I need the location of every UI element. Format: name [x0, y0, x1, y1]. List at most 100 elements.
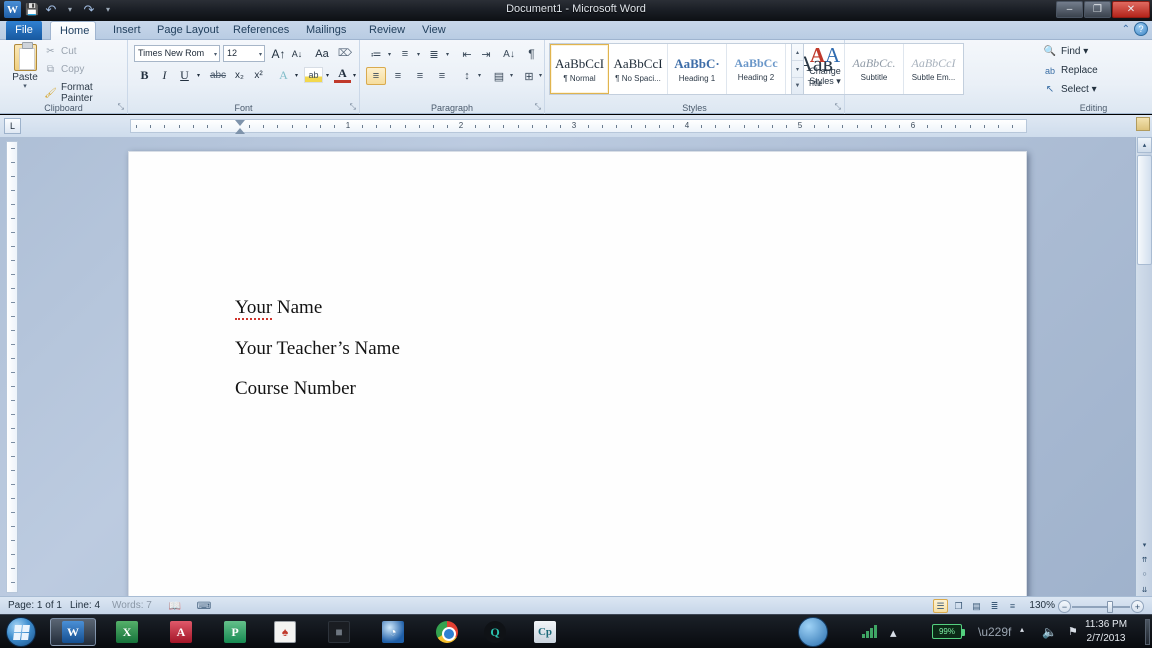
font-name-combobox[interactable]: Times New Rom ▾	[134, 45, 220, 62]
taskbar-captivate[interactable]: Cp	[522, 618, 568, 646]
decrease-indent-icon[interactable]: ⇤	[458, 46, 476, 62]
tab-mailings[interactable]: Mailings	[297, 21, 355, 40]
taskbar-solitaire[interactable]: ♠	[262, 618, 308, 646]
font-size-combobox[interactable]: 12 ▾	[223, 45, 265, 62]
show-hidden-icons-icon[interactable]: ▴	[1020, 625, 1024, 634]
style-normal[interactable]: AaBbCcI ¶ Normal	[550, 44, 609, 94]
start-button[interactable]	[6, 617, 36, 647]
full-screen-reading-view-icon[interactable]: ❐	[951, 599, 966, 613]
style-subtitle[interactable]: AaBbCc. Subtitle	[845, 44, 904, 94]
paste-dropdown-icon[interactable]: ▾	[23, 83, 27, 90]
page-indicator[interactable]: Page: 1 of 1	[8, 600, 62, 611]
numbering-dropdown-icon[interactable]: ▾	[414, 48, 423, 60]
styles-dialog-launcher[interactable]: ⤡	[835, 102, 841, 112]
taskbar-google-earth[interactable]: ◔	[370, 618, 416, 646]
increase-indent-icon[interactable]: ⇥	[477, 46, 495, 62]
text-effects-dropdown-icon[interactable]: ▾	[292, 69, 301, 82]
web-layout-view-icon[interactable]: ▤	[969, 599, 984, 613]
wireless-network-icon[interactable]: ▴	[890, 625, 897, 641]
horizontal-ruler[interactable]: 1 2 3 4 5 6	[130, 119, 1027, 142]
style-heading-1[interactable]: AaBbC· Heading 1	[668, 44, 727, 94]
shading-icon[interactable]: ▤	[490, 67, 508, 85]
styles-gallery-scrollbar[interactable]: ▴ ▾ ▼	[791, 43, 804, 95]
font-size-chevron-down-icon[interactable]: ▾	[259, 51, 262, 58]
taskbar-quicktime[interactable]: Q	[472, 618, 518, 646]
battery-icon[interactable]: 99%	[932, 624, 965, 639]
language-icon[interactable]: ⌨	[196, 599, 212, 613]
select-browse-object-button[interactable]: ○	[1138, 568, 1152, 581]
tab-home[interactable]: Home	[50, 21, 96, 40]
multilevel-list-icon[interactable]: ≣	[425, 46, 443, 62]
font-dialog-launcher[interactable]: ⤡	[350, 102, 356, 112]
volume-muted-icon[interactable]: 🔈	[1042, 625, 1057, 639]
line-spacing-icon[interactable]: ↕	[458, 67, 476, 85]
line-spacing-dropdown-icon[interactable]: ▾	[475, 69, 484, 82]
help-icon[interactable]: ?	[1134, 22, 1148, 36]
hanging-indent-marker[interactable]	[235, 128, 245, 134]
tab-page-layout[interactable]: Page Layout	[148, 21, 228, 40]
bullets-icon[interactable]: ≔	[367, 46, 385, 62]
shrink-font-icon[interactable]: A↓	[289, 46, 305, 62]
restore-button[interactable]: ❐	[1084, 1, 1111, 18]
align-right-icon[interactable]: ≡	[410, 67, 430, 85]
draft-view-icon[interactable]: ≡	[1005, 599, 1020, 613]
document-line-3[interactable]: Course Number	[235, 378, 356, 400]
show-desktop-peek-icon[interactable]	[798, 617, 828, 647]
show-formatting-marks-icon[interactable]: ¶	[523, 46, 540, 62]
signal-strength-icon[interactable]	[862, 625, 877, 638]
taskbar-chrome[interactable]	[424, 618, 470, 646]
vertical-scrollbar[interactable]: ▴ ▾ ⇈ ○ ⇊	[1135, 117, 1152, 596]
text-effects-icon[interactable]: A	[275, 67, 292, 83]
split-window-handle[interactable]	[1136, 117, 1150, 131]
change-styles-button[interactable]: AA Change Styles ▾	[806, 44, 844, 100]
zoom-slider-thumb[interactable]	[1107, 601, 1113, 613]
paste-button[interactable]: Paste ▾	[6, 42, 44, 98]
borders-dropdown-icon[interactable]: ▾	[536, 69, 545, 82]
taskbar-word[interactable]: W	[50, 618, 96, 646]
zoom-in-button[interactable]: +	[1131, 600, 1144, 613]
clear-formatting-icon[interactable]: ⌦	[336, 45, 354, 62]
word-count-indicator[interactable]: Words: 7	[112, 600, 152, 611]
styles-more-icon[interactable]: ▼	[792, 78, 803, 94]
scroll-down-button[interactable]: ▾	[1138, 538, 1152, 551]
superscript-icon[interactable]: x²	[250, 68, 267, 83]
scroll-up-button[interactable]: ▴	[1137, 137, 1152, 153]
clock[interactable]: 11:36 PM 2/7/2013	[1076, 618, 1136, 646]
justify-icon[interactable]: ≡	[432, 67, 452, 85]
line-indicator[interactable]: Line: 4	[70, 600, 100, 611]
taskbar-excel[interactable]: X	[104, 618, 150, 646]
tab-stop-selector[interactable]: L	[4, 118, 21, 134]
taskbar-unknown-app[interactable]: ■	[316, 618, 362, 646]
zoom-out-button[interactable]: −	[1058, 600, 1071, 613]
taskbar-access[interactable]: A	[158, 618, 204, 646]
font-name-chevron-down-icon[interactable]: ▾	[214, 51, 217, 58]
italic-icon[interactable]: I	[156, 67, 173, 84]
clipboard-dialog-launcher[interactable]: ⤡	[118, 102, 124, 112]
text-highlight-color-icon[interactable]: ab	[304, 67, 323, 83]
tab-review[interactable]: Review	[360, 21, 414, 40]
outline-view-icon[interactable]: ≣	[987, 599, 1002, 613]
multilevel-dropdown-icon[interactable]: ▾	[443, 48, 452, 60]
tab-view[interactable]: View	[413, 21, 455, 40]
paragraph-dialog-launcher[interactable]: ⤡	[535, 102, 541, 112]
style-no-spacing[interactable]: AaBbCcI ¶ No Spaci...	[609, 44, 668, 94]
document-line-1[interactable]: Your Name	[235, 297, 322, 320]
show-desktop-button[interactable]	[1145, 619, 1150, 645]
style-subtle-emphasis[interactable]: AaBbCcI Subtle Em...	[904, 44, 963, 94]
replace-button[interactable]: ab Replace	[1043, 65, 1098, 76]
copy-button[interactable]: ⧉ Copy	[44, 64, 84, 75]
tab-references[interactable]: References	[224, 21, 298, 40]
strikethrough-icon[interactable]: abc	[207, 68, 229, 83]
change-case-icon[interactable]: Aa	[311, 45, 333, 62]
previous-page-button[interactable]: ⇈	[1138, 553, 1152, 566]
style-heading-2[interactable]: AaBbCc Heading 2	[727, 44, 786, 94]
underline-dropdown-icon[interactable]: ▾	[194, 69, 203, 82]
numbering-icon[interactable]: ≡	[396, 46, 414, 62]
align-left-icon[interactable]: ≡	[366, 67, 386, 85]
next-page-button[interactable]: ⇊	[1138, 583, 1152, 596]
styles-scroll-up-icon[interactable]: ▴	[792, 44, 803, 61]
underline-icon[interactable]: U	[176, 67, 193, 84]
highlight-dropdown-icon[interactable]: ▾	[323, 69, 332, 82]
format-painter-button[interactable]: 🖌 Format Painter	[44, 82, 127, 104]
cut-button[interactable]: ✂ Cut	[44, 46, 76, 57]
